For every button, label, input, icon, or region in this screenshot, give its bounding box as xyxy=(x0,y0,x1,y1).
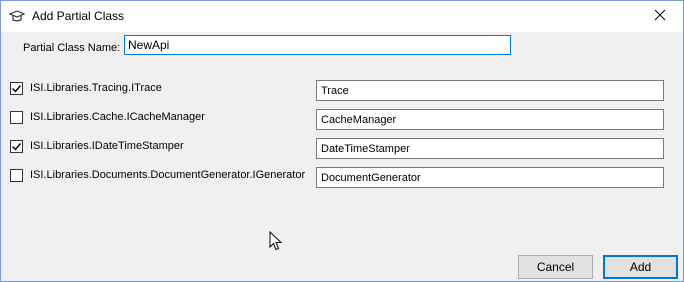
add-button[interactable]: Add xyxy=(603,255,678,279)
field-igenerator[interactable] xyxy=(316,167,664,188)
close-icon xyxy=(654,9,666,24)
checkbox-igenerator[interactable] xyxy=(10,169,23,182)
checkmark-icon xyxy=(12,85,22,93)
partial-class-name-input[interactable] xyxy=(124,35,511,55)
mouse-pointer-icon xyxy=(269,230,283,251)
close-button[interactable] xyxy=(637,1,683,32)
checkbox-icachemanager[interactable] xyxy=(10,111,23,124)
checkmark-icon xyxy=(12,143,22,151)
add-partial-class-dialog: Add Partial Class Partial Class Name: IS… xyxy=(0,0,684,282)
field-icachemanager[interactable] xyxy=(316,109,664,130)
checkbox-label-igenerator[interactable]: ISI.Libraries.Documents.DocumentGenerato… xyxy=(30,169,305,181)
checkbox-label-idatetimestamper[interactable]: ISI.Libraries.IDateTimeStamper xyxy=(30,140,184,152)
title-bar: Add Partial Class xyxy=(1,1,683,32)
checkbox-label-itrace[interactable]: ISI.Libraries.Tracing.ITrace xyxy=(30,82,162,94)
field-itrace[interactable] xyxy=(316,80,664,101)
checkbox-idatetimestamper[interactable] xyxy=(10,140,23,153)
field-idatetimestamper[interactable] xyxy=(316,138,664,159)
checkbox-itrace[interactable] xyxy=(10,82,23,95)
app-icon xyxy=(8,9,26,23)
window-title: Add Partial Class xyxy=(32,9,125,23)
checkbox-label-icachemanager[interactable]: ISI.Libraries.Cache.ICacheManager xyxy=(30,111,205,123)
partial-class-name-label: Partial Class Name: xyxy=(23,42,121,54)
cancel-button[interactable]: Cancel xyxy=(518,255,593,279)
